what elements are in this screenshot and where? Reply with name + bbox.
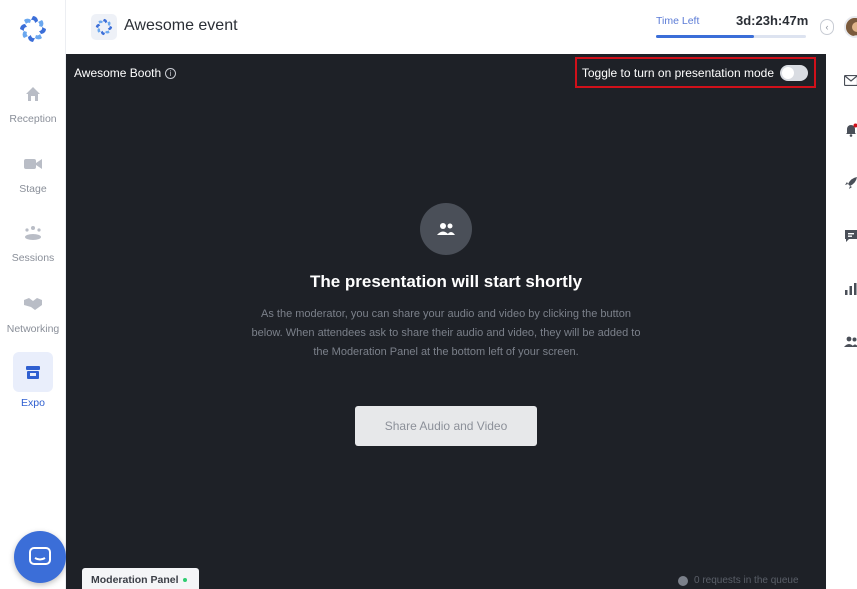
sidebar-item-label: Expo	[21, 397, 45, 409]
presentation-mode-toggle-row: Toggle to turn on presentation mode	[575, 57, 816, 88]
presentation-description: As the moderator, you can share your aud…	[251, 308, 641, 358]
sidebar-item-expo[interactable]: Expo	[0, 352, 66, 409]
app-logo-icon[interactable]	[17, 13, 49, 45]
app-window: Reception Stage Sessions Networking Expo	[0, 0, 857, 589]
queue-status-text: 0 requests in the queue	[694, 575, 799, 586]
bell-icon[interactable]	[844, 123, 857, 137]
left-sidebar: Reception Stage Sessions Networking Expo	[0, 0, 66, 589]
time-left-value: 3d:23h:47m	[736, 13, 809, 28]
chat-icon[interactable]	[844, 229, 857, 243]
sidebar-item-label: Reception	[9, 113, 57, 125]
booth-name-text: Awesome Booth	[74, 66, 162, 80]
share-audio-video-button[interactable]: Share Audio and Video	[355, 406, 537, 446]
event-logo-icon	[91, 14, 117, 40]
right-rail: ‹	[820, 0, 857, 589]
booth-stage: Awesome Booth i Toggle to turn on presen…	[66, 54, 826, 589]
info-icon[interactable]: i	[165, 67, 177, 79]
sidebar-item-label: Stage	[19, 183, 47, 195]
sidebar-item-label: Networking	[6, 323, 60, 335]
event-title: Awesome event	[124, 17, 238, 34]
storefront-icon	[13, 352, 53, 392]
booth-name: Awesome Booth i	[74, 66, 177, 80]
chat-bubble-icon	[29, 547, 51, 565]
sidebar-item-sessions[interactable]: Sessions	[0, 219, 66, 264]
home-icon	[13, 80, 53, 108]
handshake-icon	[13, 290, 53, 318]
poll-icon[interactable]	[844, 282, 857, 296]
sidebar-item-reception[interactable]: Reception	[0, 80, 66, 125]
sidebar-item-stage[interactable]: Stage	[0, 150, 66, 195]
sidebar-item-label: Sessions	[11, 252, 55, 264]
camera-icon	[13, 150, 53, 178]
support-chat-button[interactable]	[14, 531, 66, 583]
collapse-panel-icon[interactable]: ‹	[820, 19, 834, 35]
sidebar-item-networking[interactable]: Networking	[0, 290, 66, 335]
top-bar: Awesome event Time Left 3d:23h:47m	[66, 0, 826, 54]
people-icon[interactable]	[844, 335, 857, 349]
moderation-panel-label: Moderation Panel	[91, 574, 179, 586]
moderation-panel-tab[interactable]: Moderation Panel	[82, 568, 199, 589]
info-filled-icon	[678, 575, 688, 586]
time-left-progress-fill	[656, 35, 754, 38]
request-queue: 0 requests in the queue	[678, 575, 799, 586]
time-left-label: Time Left	[656, 15, 700, 27]
mail-icon[interactable]	[844, 73, 857, 87]
rocket-icon[interactable]	[844, 176, 857, 190]
people-placeholder-icon	[420, 203, 472, 255]
time-left-progress	[656, 35, 806, 38]
presentation-mode-label: Toggle to turn on presentation mode	[581, 65, 774, 80]
presentation-headline: The presentation will start shortly	[309, 272, 583, 291]
sessions-icon	[13, 219, 53, 247]
user-avatar[interactable]	[844, 16, 857, 38]
presentation-mode-toggle[interactable]	[780, 64, 808, 81]
toggle-knob	[782, 66, 794, 79]
status-dot-icon	[182, 578, 187, 582]
